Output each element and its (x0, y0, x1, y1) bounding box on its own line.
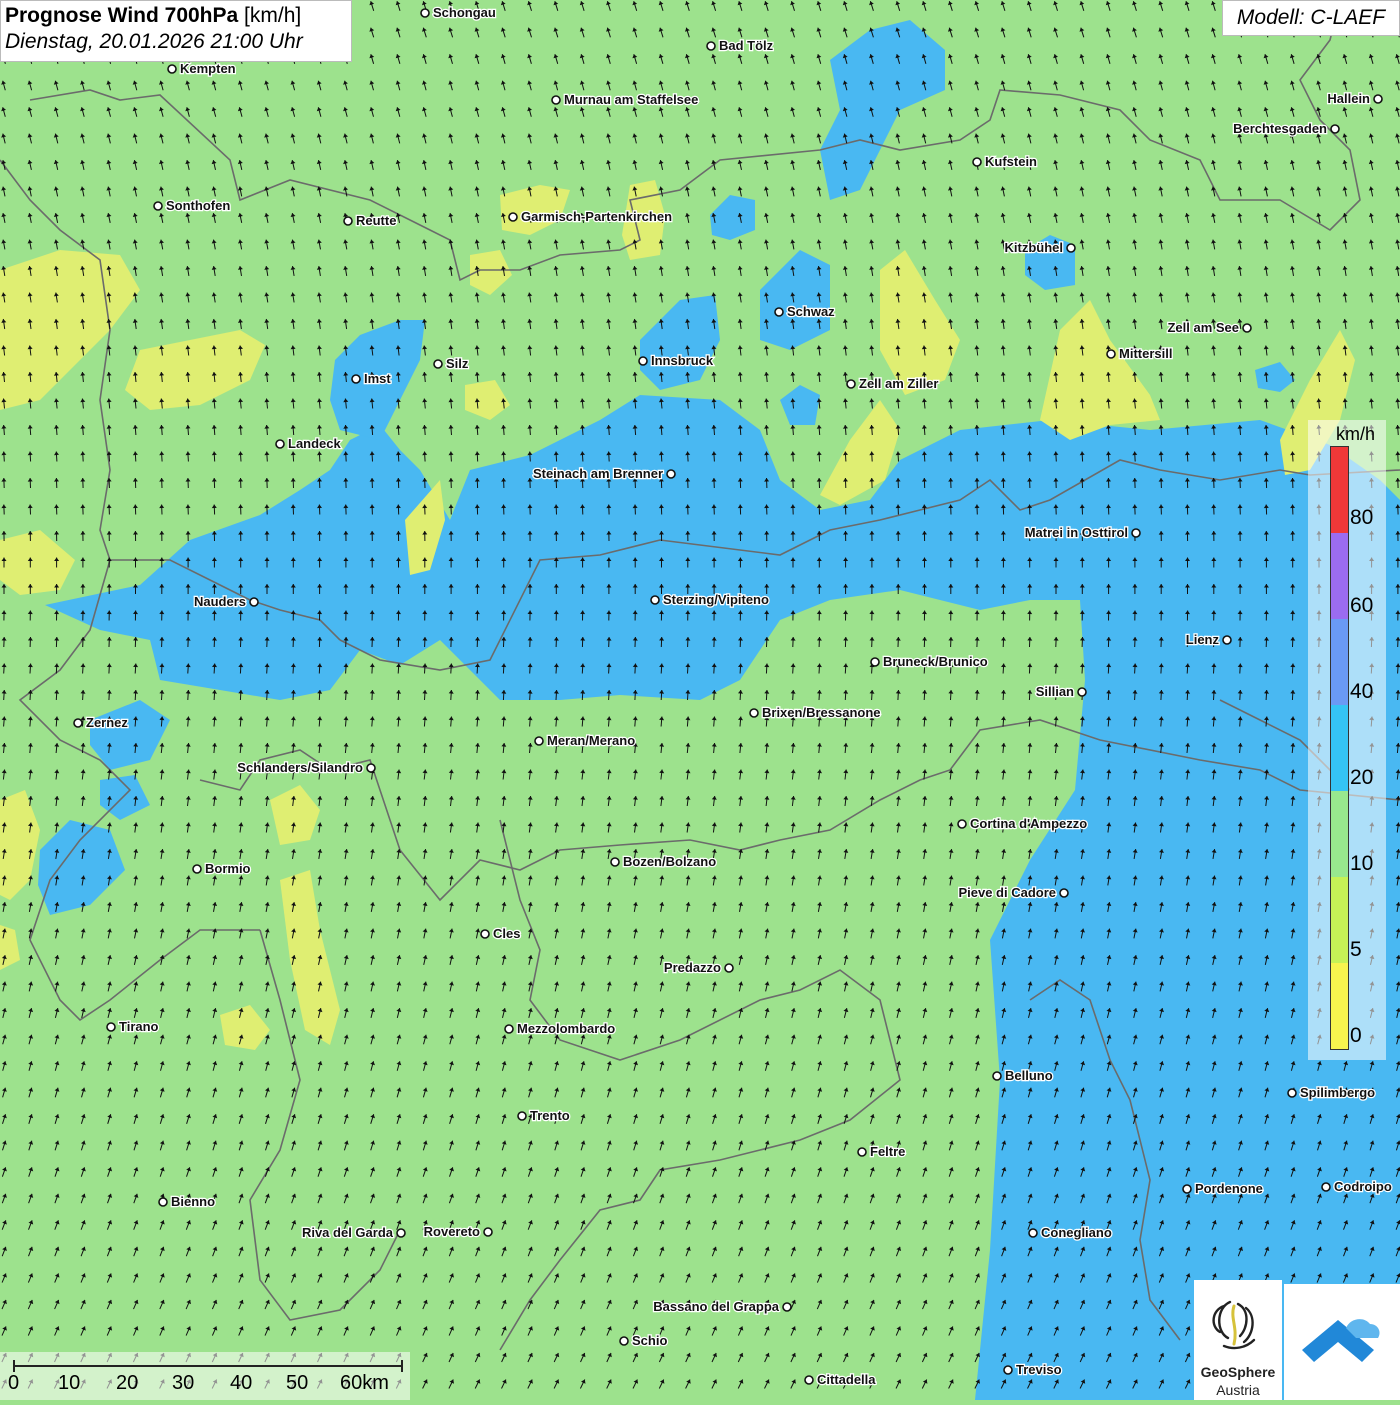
wind-forecast-map: SchongauBad TölzKemptenMurnau am Staffel… (0, 0, 1400, 1400)
